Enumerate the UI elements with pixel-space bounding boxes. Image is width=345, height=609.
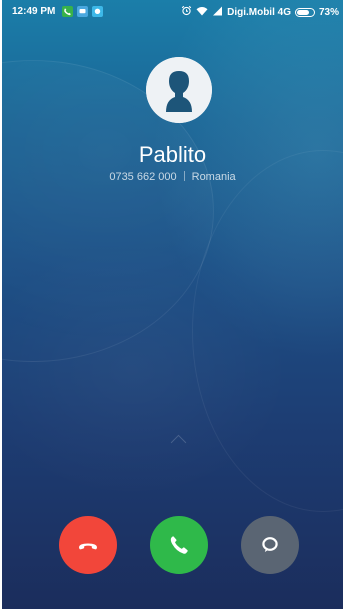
message-bubble-icon [262,537,278,552]
divider [183,171,185,181]
battery-percent: 73% [318,6,339,18]
signal-icon [212,6,223,19]
wifi-icon [196,6,208,19]
phone-icon [170,536,188,554]
reply-message-button[interactable] [241,516,299,574]
caller-number: 0735 662 000 [109,171,177,183]
status-bar: 12:49 PM Digi.Mobil 4G 73% [2,0,343,24]
decline-call-button[interactable] [59,516,117,574]
battery-icon [294,7,315,17]
incoming-call-screen: 12:49 PM Digi.Mobil 4G 73% Pablito 0735 … [2,0,343,609]
message-notification-icon [77,6,88,17]
end-call-icon [79,543,97,550]
answer-call-button[interactable] [150,516,208,574]
alarm-icon [181,5,192,19]
caller-location: Romania [191,171,236,183]
message-notification-icon [92,6,103,17]
carrier-name: Digi.Mobil 4G [227,6,291,18]
caller-details: 0735 662 000 Romania [2,171,343,183]
phone-notification-icon [62,6,73,17]
caller-name: Pablito [138,142,207,167]
status-time: 12:49 PM [12,6,56,17]
contact-avatar-icon [146,57,212,123]
battery-level [296,9,309,15]
